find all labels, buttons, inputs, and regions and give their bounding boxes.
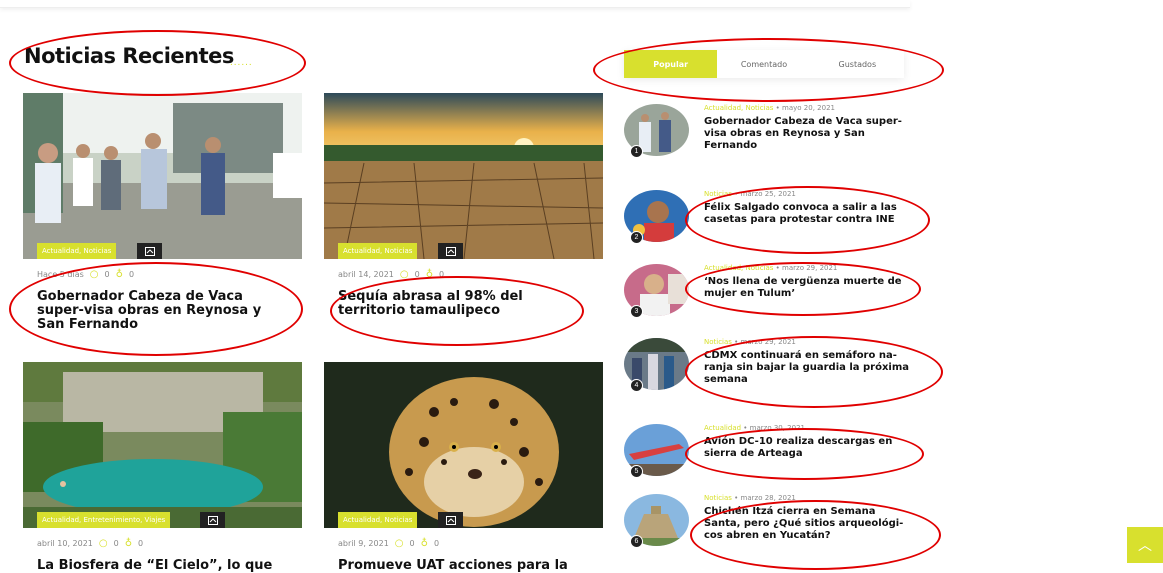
- popular-meta: Actualidad • marzo 30, 2021: [704, 424, 805, 432]
- card-meta: abril 14, 2021 ○ 0 ♁ 0: [324, 269, 603, 280]
- popular-item[interactable]: 2 Noticias • marzo 25, 2021 Félix Salgad…: [624, 190, 914, 250]
- tab-popular[interactable]: Popular: [624, 50, 718, 78]
- card-date: Hace 5 días: [37, 270, 84, 279]
- popular-tabs: Popular Comentado Gustados: [624, 50, 904, 78]
- popular-title[interactable]: CDMX continuará en semáforo na-ranja sin…: [704, 350, 910, 386]
- like-count: 0: [439, 270, 445, 279]
- category-badge[interactable]: Actualidad, Entretenimiento, Viajes: [37, 512, 171, 528]
- comment-icon[interactable]: ○: [400, 269, 409, 280]
- popular-date: marzo 28, 2021: [740, 494, 796, 502]
- popular-title[interactable]: Félix Salgado convoca a salir a las case…: [704, 202, 910, 226]
- comment-icon[interactable]: ○: [99, 538, 108, 549]
- format-icon: [137, 243, 162, 259]
- comment-count: 0: [409, 539, 415, 548]
- comment-icon[interactable]: ○: [90, 269, 99, 280]
- tab-gustados[interactable]: Gustados: [811, 50, 904, 78]
- popular-category[interactable]: Noticias: [704, 338, 732, 346]
- card-date: abril 9, 2021: [338, 539, 389, 548]
- popular-item[interactable]: 1 Actualidad, Noticias • mayo 20, 2021 G…: [624, 104, 914, 164]
- news-card[interactable]: Actualidad, Noticias abril 14, 2021 ○ 0 …: [324, 93, 603, 318]
- news-card[interactable]: Actualidad, Noticias abril 9, 2021 ○ 0 ♁…: [324, 362, 603, 573]
- card-date: abril 14, 2021: [338, 270, 394, 279]
- card-date: abril 10, 2021: [37, 539, 93, 548]
- card-title[interactable]: La Biosfera de “El Cielo”, lo que de-: [23, 559, 302, 573]
- category-badge[interactable]: Actualidad, Noticias: [338, 512, 418, 528]
- card-image[interactable]: Actualidad, Noticias: [23, 93, 302, 259]
- popular-category[interactable]: Actualidad: [704, 424, 741, 432]
- scroll-to-top-button[interactable]: ︿: [1127, 527, 1163, 563]
- card-image[interactable]: Actualidad, Noticias: [324, 93, 603, 259]
- popular-item[interactable]: 4 Noticias • marzo 29, 2021 CDMX continu…: [624, 338, 914, 398]
- card-meta: abril 10, 2021 ○ 0 ♁ 0: [23, 538, 302, 549]
- comment-count: 0: [414, 270, 420, 279]
- format-icon: [200, 512, 225, 528]
- popular-date: marzo 29, 2021: [782, 264, 838, 272]
- popular-category[interactable]: Noticias: [704, 494, 732, 502]
- popular-category[interactable]: Noticias: [704, 190, 732, 198]
- rank-number: 2: [630, 231, 643, 244]
- tab-comentado[interactable]: Comentado: [717, 50, 810, 78]
- comment-count: 0: [113, 539, 119, 548]
- card-image[interactable]: Actualidad, Noticias: [324, 362, 603, 528]
- card-title[interactable]: Sequía abrasa al 98% del territorio tama…: [324, 290, 603, 318]
- like-icon[interactable]: ♁: [125, 538, 132, 549]
- section-title: Noticias Recientes: [24, 44, 234, 68]
- rank-number: 4: [630, 379, 643, 392]
- popular-title[interactable]: Chichén Itzá cierra en Semana Santa, per…: [704, 506, 910, 542]
- like-icon[interactable]: ♁: [116, 269, 123, 280]
- format-icon: [438, 243, 463, 259]
- card-meta: abril 9, 2021 ○ 0 ♁ 0: [324, 538, 603, 549]
- popular-meta: Noticias • marzo 28, 2021: [704, 494, 796, 502]
- card-title[interactable]: Promueve UAT acciones para la con-: [324, 559, 603, 573]
- popular-category[interactable]: Actualidad, Noticias: [704, 104, 773, 112]
- like-icon[interactable]: ♁: [426, 269, 433, 280]
- card-image[interactable]: Actualidad, Entretenimiento, Viajes: [23, 362, 302, 528]
- category-badge[interactable]: Actualidad, Noticias: [37, 243, 117, 259]
- comment-icon[interactable]: ○: [395, 538, 404, 549]
- rank-number: 5: [630, 465, 643, 478]
- popular-item[interactable]: 5 Actualidad • marzo 30, 2021 Avión DC-1…: [624, 424, 914, 484]
- popular-item[interactable]: 3 Actualidad, Noticias • marzo 29, 2021 …: [624, 264, 914, 324]
- popular-meta: Actualidad, Noticias • marzo 29, 2021: [704, 264, 838, 272]
- like-count: 0: [433, 539, 440, 548]
- news-card[interactable]: Actualidad, Entretenimiento, Viajes abri…: [23, 362, 302, 573]
- rank-number: 1: [630, 145, 643, 158]
- header-divider: [0, 0, 910, 8]
- card-title[interactable]: Gobernador Cabeza de Vaca super-visa obr…: [23, 290, 302, 332]
- popular-date: marzo 25, 2021: [740, 190, 796, 198]
- popular-date: marzo 30, 2021: [749, 424, 805, 432]
- popular-title[interactable]: ‘Nos llena de vergüenza muerte de mujer …: [704, 276, 910, 300]
- rank-number: 6: [630, 535, 643, 548]
- popular-date: mayo 20, 2021: [782, 104, 835, 112]
- chevron-up-icon: ︿: [1138, 537, 1152, 553]
- title-decoration: ......: [230, 57, 253, 68]
- popular-meta: Actualidad, Noticias • mayo 20, 2021: [704, 104, 835, 112]
- popular-category[interactable]: Actualidad, Noticias: [704, 264, 773, 272]
- popular-meta: Noticias • marzo 29, 2021: [704, 338, 796, 346]
- like-count: 0: [128, 270, 135, 279]
- news-card[interactable]: Actualidad, Noticias Hace 5 días ○ 0 ♁ 0…: [23, 93, 302, 332]
- popular-meta: Noticias • marzo 25, 2021: [704, 190, 796, 198]
- popular-date: marzo 29, 2021: [740, 338, 796, 346]
- popular-title[interactable]: Gobernador Cabeza de Vaca super-visa obr…: [704, 116, 910, 152]
- like-icon[interactable]: ♁: [421, 538, 428, 549]
- rank-number: 3: [630, 305, 643, 318]
- card-meta: Hace 5 días ○ 0 ♁ 0: [23, 269, 302, 280]
- category-badge[interactable]: Actualidad, Noticias: [338, 243, 418, 259]
- comment-count: 0: [104, 270, 110, 279]
- popular-title[interactable]: Avión DC-10 realiza descargas en sierra …: [704, 436, 910, 460]
- like-count: 0: [138, 539, 144, 548]
- popular-item[interactable]: 6 Noticias • marzo 28, 2021 Chichén Itzá…: [624, 494, 914, 554]
- format-icon: [438, 512, 463, 528]
